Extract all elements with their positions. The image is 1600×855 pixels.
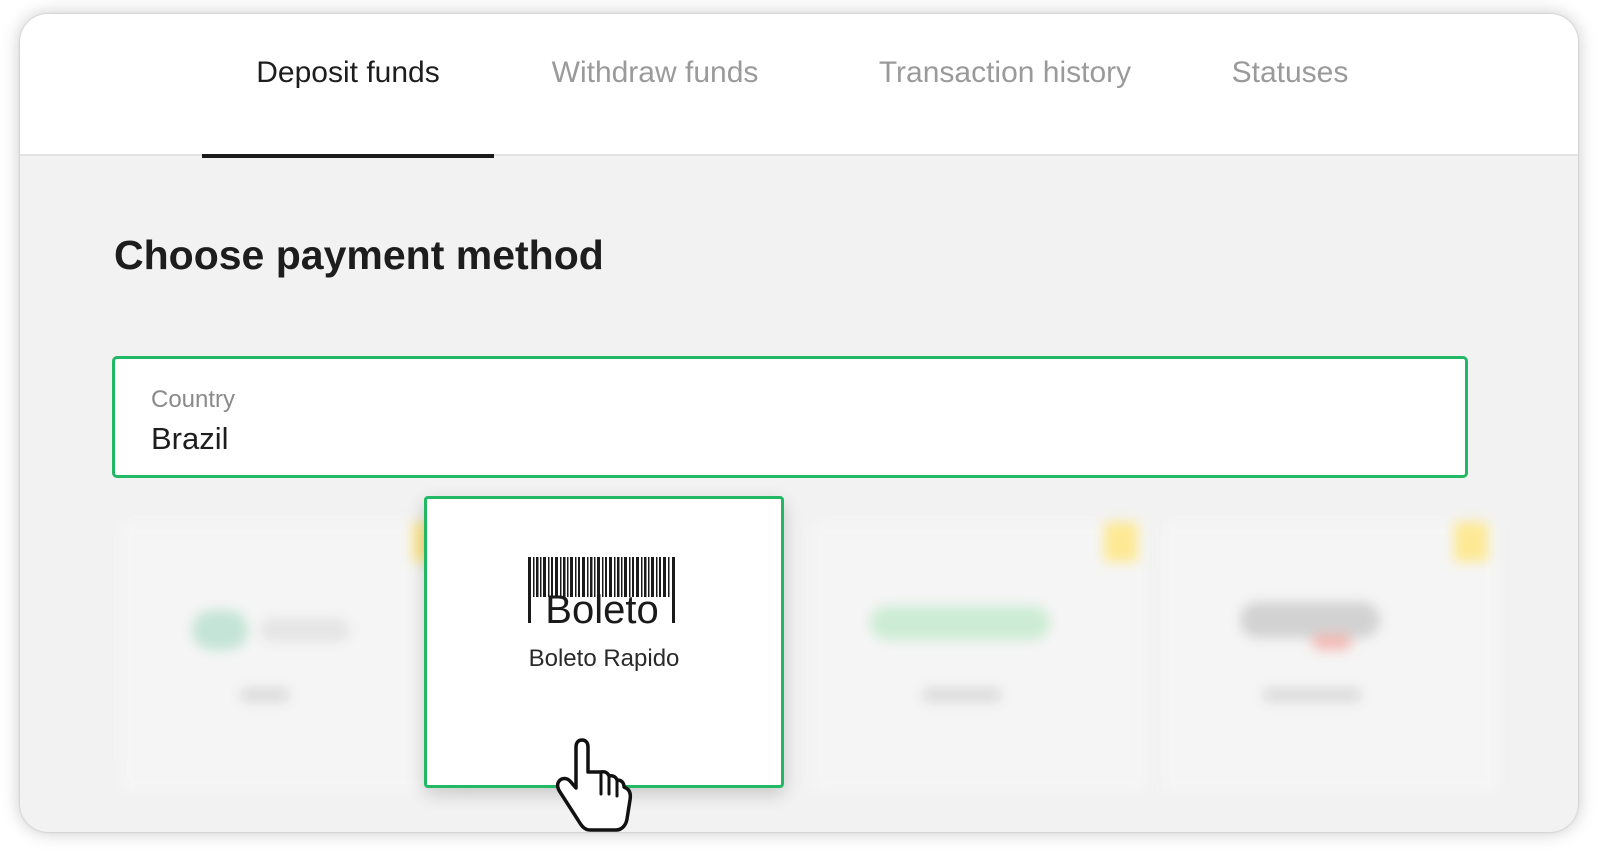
badge-icon xyxy=(1454,522,1488,562)
hand-pointer-icon xyxy=(555,738,633,832)
country-label: Country xyxy=(151,386,236,413)
tab-label: Statuses xyxy=(1231,56,1349,89)
method-label-placeholder xyxy=(1262,688,1362,702)
country-value: Brazil xyxy=(151,421,229,456)
method-label-placeholder xyxy=(240,688,290,702)
boleto-logo-text: Boleto xyxy=(545,588,658,627)
method-logo-icon xyxy=(1312,634,1352,650)
blurred-method-card xyxy=(812,522,1148,792)
country-select[interactable]: Country Brazil xyxy=(112,356,1468,478)
tab-bar: Deposit funds Withdraw funds Transaction… xyxy=(20,14,1578,158)
badge-icon xyxy=(1104,522,1138,562)
payment-window: Deposit funds Withdraw funds Transaction… xyxy=(20,14,1578,832)
payment-method-label: Boleto Rapido xyxy=(528,645,680,672)
method-logo-icon xyxy=(192,610,248,650)
tab-deposit-funds[interactable]: Deposit funds xyxy=(202,14,494,158)
method-label-placeholder xyxy=(922,688,1002,702)
blurred-method-card xyxy=(1162,522,1498,792)
tab-label: Withdraw funds xyxy=(551,56,759,89)
barcode-logo-icon: Boleto xyxy=(528,557,675,627)
tab-transaction-history[interactable]: Transaction history xyxy=(845,14,1165,156)
blurred-method-card xyxy=(120,522,456,792)
method-logo-icon xyxy=(1240,602,1380,638)
tab-withdraw-funds[interactable]: Withdraw funds xyxy=(520,14,790,156)
tab-label: Transaction history xyxy=(878,56,1132,89)
tab-label: Deposit funds xyxy=(256,56,440,89)
method-logo-icon xyxy=(870,606,1050,640)
method-logo-icon xyxy=(260,618,350,642)
tab-statuses[interactable]: Statuses xyxy=(1205,14,1375,156)
page-title: Choose payment method xyxy=(114,232,604,278)
